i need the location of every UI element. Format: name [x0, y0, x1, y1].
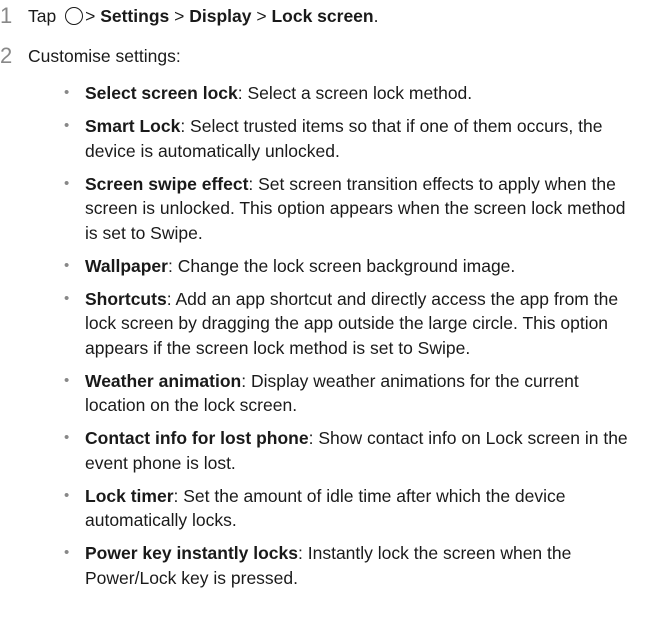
list-item: • Shortcuts: Add an app shortcut and dire…	[62, 287, 642, 361]
option-description: : Select a screen lock method.	[237, 83, 473, 103]
lock-screen-label: Lock screen	[271, 6, 374, 26]
step-end-period: .	[373, 6, 379, 26]
list-item: • Lock timer: Set the amount of idle time…	[62, 484, 642, 533]
path-separator: >	[174, 6, 185, 26]
settings-option-list: • Select screen lock: Select a screen loc…	[62, 81, 642, 599]
list-item: • Select screen lock: Select a screen loc…	[62, 81, 642, 106]
bullet-dot-icon: •	[64, 486, 70, 504]
settings-label: Settings	[100, 6, 170, 26]
bullet-dot-icon: •	[64, 174, 70, 192]
bullet-dot-icon: •	[64, 371, 70, 389]
bullet-dot-icon: •	[64, 117, 70, 134]
step-tap-text: Tap	[28, 6, 57, 26]
list-item: • Wallpaper: Change the lock screen backg…	[62, 254, 642, 279]
bullet-dot-icon: •	[64, 544, 70, 561]
bullet-dot-icon: •	[64, 84, 70, 101]
list-item: • Contact info for lost phone: Show conta…	[62, 426, 642, 475]
option-name: Power key instantly locks	[85, 543, 299, 563]
step-1: 1 Tap > Settings > Display > Lock screen…	[0, 4, 378, 28]
step-text: Customise settings:	[28, 46, 181, 66]
option-name: Lock timer	[85, 485, 174, 506]
option-name: Select screen lock	[85, 83, 238, 103]
option-description: : Change the lock screen background imag…	[167, 255, 516, 276]
option-name: Weather animation	[85, 370, 242, 391]
path-separator: >	[85, 6, 96, 26]
bullet-dot-icon: •	[64, 429, 70, 446]
list-item: • Weather animation: Display weather anim…	[62, 369, 642, 418]
option-name: Smart Lock	[85, 116, 181, 136]
path-separator: >	[256, 6, 267, 26]
step-2: 2 Customise settings:	[0, 44, 181, 68]
list-item: • Smart Lock: Select trusted items so tha…	[62, 114, 642, 163]
step-number: 1	[0, 3, 13, 28]
option-name: Wallpaper	[85, 255, 168, 276]
home-circle-icon	[65, 7, 84, 25]
step-number: 2	[0, 43, 13, 68]
list-item: • Screen swipe effect: Set screen transit…	[62, 172, 642, 246]
option-name: Shortcuts	[85, 288, 167, 309]
bullet-dot-icon: •	[64, 256, 70, 274]
option-name: Screen swipe effect	[85, 173, 249, 194]
list-item: • Power key instantly locks: Instantly lo…	[62, 541, 642, 590]
bullet-dot-icon: •	[64, 289, 70, 307]
option-name: Contact info for lost phone	[85, 428, 309, 448]
display-label: Display	[189, 6, 252, 26]
